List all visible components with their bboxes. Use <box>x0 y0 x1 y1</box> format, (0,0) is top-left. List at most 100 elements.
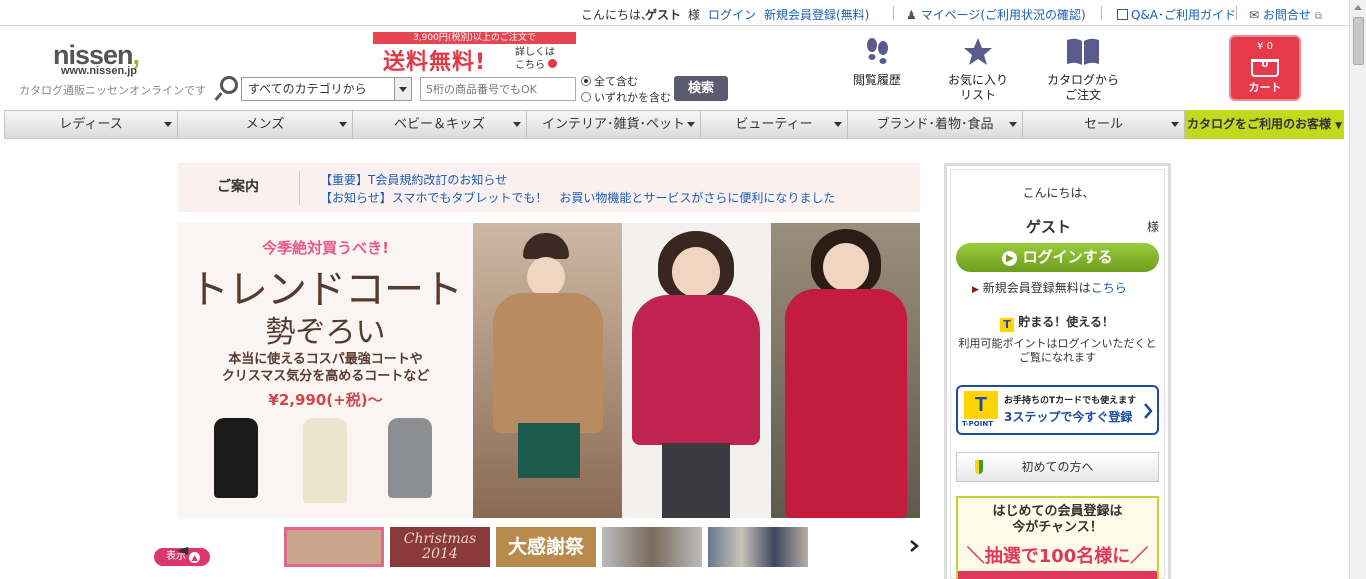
carousel-thumb-boots[interactable] <box>602 527 702 567</box>
cart-button[interactable]: ¥ 0 0 カート <box>1229 35 1301 101</box>
mypage-link[interactable]: ♟ マイページ(ご利用状況の確認) <box>906 6 1086 23</box>
promo-condition: 3,900円(税別)以上のご注文で <box>373 32 576 44</box>
hero-kicker: 今季絶対買うべき! <box>262 239 389 257</box>
scroll-thumb[interactable] <box>1353 17 1364 65</box>
sama-text: 様 <box>688 8 701 22</box>
promo-details: 詳しくは こちら <box>515 47 558 72</box>
login-button-label: ログインする <box>1022 248 1113 266</box>
tbanner-line2: 3ステップで今すぐ登録 <box>1004 410 1133 424</box>
chevron-down-icon <box>834 122 842 127</box>
nav-item-mens[interactable]: メンズ <box>178 111 353 138</box>
promo-details-line1: 詳しくは <box>515 47 555 58</box>
hero-price: ¥2,990(+税)～ <box>268 391 383 409</box>
nav-item-interior[interactable]: インテリア･雑貨･ペット <box>527 111 701 138</box>
search-button[interactable]: 検索 <box>674 76 728 101</box>
sidebar-guest-name: ゲスト <box>1026 218 1072 236</box>
register-prefix: 新規会員登録無料は <box>982 281 1091 295</box>
cart-count: 0 <box>1261 59 1269 70</box>
login-link[interactable]: ログイン <box>708 6 756 23</box>
sidebar-greeting: こんにちは、 <box>1022 186 1095 200</box>
fur-coat-shape <box>493 293 603 433</box>
tpoint-logo-icon: T <box>964 391 998 419</box>
tpoint-heading-text: 貯まる！使える！ <box>1018 315 1114 329</box>
mypage-label: マイページ(ご利用状況の確認) <box>920 8 1086 22</box>
nav-item-beauty[interactable]: ビューティー <box>701 111 848 138</box>
notice-link[interactable]: 【お知らせ】スマホでもタブレットでも！ お買い物機能とサービスがさらに便利になり… <box>320 189 835 206</box>
carousel-thumb-christmas[interactable]: Christmas 2014 <box>390 527 490 567</box>
category-select[interactable]: すべてのカテゴリから <box>241 77 412 101</box>
top-bar: こんにちは、 ゲスト 様 ログイン 新規会員登録(無料) ♟ マイページ(ご利用… <box>0 0 1349 26</box>
notice-label: ご案内 <box>217 179 259 195</box>
nav-item-sale[interactable]: セール <box>1023 111 1185 138</box>
login-button[interactable]: ▶ ログインする <box>956 243 1159 272</box>
footprints-icon <box>867 38 888 64</box>
chevron-down-icon <box>513 122 521 127</box>
star-icon <box>964 38 992 65</box>
nav-item-label: レディース <box>59 117 123 132</box>
radio-selected-icon[interactable] <box>581 76 591 86</box>
carousel-thumb-coats[interactable] <box>284 527 384 567</box>
carousel-next-arrow[interactable] <box>909 539 919 553</box>
christmas-year: 2014 <box>422 546 458 562</box>
hero-description-line2: クリスマス気分を高めるコートなど <box>221 369 430 384</box>
nav-item-brand[interactable]: ブランド･着物･食品 <box>848 111 1023 138</box>
catalog-order-link[interactable]: カタログから ご注文 <box>1046 37 1120 103</box>
arrow-circle-icon <box>548 59 558 68</box>
qa-label: Q&A･ご利用ガイド <box>1131 8 1237 22</box>
nav-item-label: ベビー＆キッズ <box>393 117 485 132</box>
carousel-prev-arrow[interactable]: ◄ <box>176 540 188 559</box>
notice-link[interactable]: 【重要】T会員規約改訂のお知らせ <box>320 171 507 188</box>
black-coat-image <box>214 418 258 498</box>
face-shape <box>823 243 869 291</box>
user-icon: ♟ <box>906 8 917 22</box>
nav-item-ladies[interactable]: レディース <box>5 111 178 138</box>
free-shipping-banner[interactable]: 3,900円(税別)以上のご注文で 送料無料! 詳しくは こちら <box>373 32 576 75</box>
chevron-down-icon <box>339 122 347 127</box>
qa-link[interactable]: Q&A･ご利用ガイド <box>1117 6 1236 23</box>
scroll-up-arrow[interactable] <box>1354 5 1362 10</box>
promo-details-line2: こちら <box>515 60 545 71</box>
hero-banner[interactable]: 今季絶対買うべき! トレンドコート 勢ぞろい 本当に使えるコスパ最強コートや クリ… <box>178 223 920 518</box>
skirt-shape <box>518 423 580 478</box>
nav-item-catalog-users[interactable]: カタログをご利用のお客様 ▼ <box>1185 110 1344 139</box>
chevron-down-icon <box>687 122 695 127</box>
chevron-down-icon[interactable] <box>394 78 411 100</box>
history-link[interactable]: 閲覧履歴 <box>846 37 908 88</box>
nav-item-baby-kids[interactable]: ベビー＆キッズ <box>353 111 527 138</box>
scrollbar[interactable] <box>1349 0 1366 579</box>
tbanner-line1: お手持ちのTカードでも使えます <box>1004 396 1137 406</box>
face-shape <box>527 257 565 297</box>
radio-match-any[interactable]: いずれかを含む <box>581 89 671 105</box>
radio-match-any-label: いずれかを含む <box>594 91 671 104</box>
beginner-mark-icon <box>975 460 983 474</box>
radio-match-all[interactable]: 全て含む <box>581 73 638 89</box>
tpoint-logo-icon: T <box>1000 318 1014 332</box>
campaign-ribbon <box>958 571 1157 579</box>
down-jacket-photo <box>622 223 771 518</box>
carousel-thumb-thanks-sale[interactable]: 大感謝祭 <box>496 527 596 567</box>
tcard-register-banner[interactable]: T T-POINT お手持ちのTカードでも使えます 3ステップで今すぐ登録 <box>956 385 1159 435</box>
carousel-thumb-knits[interactable] <box>708 527 808 567</box>
register-here-link[interactable]: こちら <box>1091 281 1127 295</box>
tpoint-text-line1: 利用可能ポイントはログインいただくと <box>958 337 1157 350</box>
member-campaign-banner[interactable]: はじめての会員登録は 今がチャンス！ ＼抽選で100名様に／ <box>956 496 1159 579</box>
radio-unselected-icon[interactable] <box>581 92 591 102</box>
thanks-sale-label: 大感謝祭 <box>507 536 584 558</box>
red-coat-photo <box>771 223 920 518</box>
favorites-label-2: リスト <box>959 88 996 102</box>
first-time-button[interactable]: 初めての方へ <box>956 452 1159 482</box>
hero-subtitle: 勢ぞろい <box>265 315 386 350</box>
hero-description-line1: 本当に使えるコスパ最強コートや <box>228 352 423 367</box>
chevron-down-icon: ▼ <box>1335 121 1343 131</box>
contact-link[interactable]: ✉ お問合せ ⧉ <box>1249 6 1322 23</box>
favorites-link[interactable]: お気に入り リスト <box>943 37 1013 103</box>
chevron-right-icon <box>1144 403 1153 419</box>
mail-icon: ✉ <box>1249 8 1260 22</box>
bullet-arrow-icon: ▶ <box>972 285 979 295</box>
radio-match-all-label: 全て含む <box>594 75 638 88</box>
register-link[interactable]: 新規会員登録(無料) <box>764 6 869 23</box>
search-input[interactable] <box>420 77 576 101</box>
book-icon <box>1067 38 1099 65</box>
chevron-down-icon <box>164 122 172 127</box>
down-jacket-shape <box>632 295 760 445</box>
